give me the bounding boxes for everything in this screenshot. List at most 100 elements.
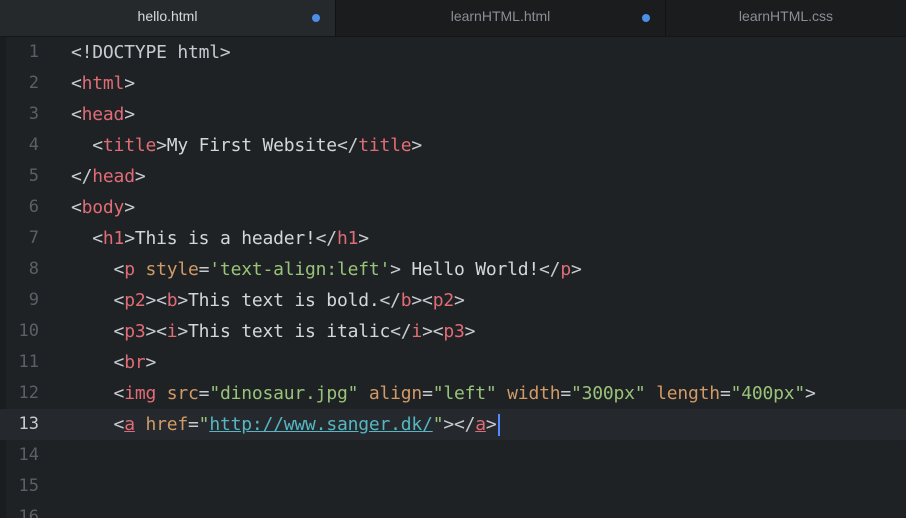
code-token: >< <box>422 321 444 342</box>
code-token: "left" <box>432 383 497 404</box>
code-token: style <box>145 259 199 280</box>
code-token: src <box>166 383 199 404</box>
code-token: p3 <box>443 321 465 342</box>
code-line[interactable]: 2 <html> <box>0 68 906 99</box>
code-token: ></ <box>443 414 476 435</box>
code-line[interactable]: 10 <p3><i>This text is italic</i><p3> <box>0 316 906 347</box>
code-line[interactable]: 11 <br> <box>0 347 906 378</box>
line-number: 14 <box>18 445 39 465</box>
code-text[interactable]: <img src="dinosaur.jpg" align="left" wid… <box>71 378 816 409</box>
tab-label: learnHTML.css <box>738 8 834 24</box>
code-line[interactable]: 12 <img src="dinosaur.jpg" align="left" … <box>0 378 906 409</box>
code-token: p3 <box>124 321 146 342</box>
line-number: 9 <box>28 290 39 310</box>
code-token: > <box>177 290 189 311</box>
code-text[interactable]: <p3><i>This text is italic</i><p3> <box>71 316 476 347</box>
code-token: b <box>400 290 412 311</box>
code-token: b <box>166 290 178 311</box>
code-token: > <box>156 135 167 156</box>
line-number: 10 <box>18 321 39 341</box>
line-number: 4 <box>28 135 39 155</box>
line-number: 2 <box>28 73 39 93</box>
code-line[interactable]: 7 <h1>This is a header!</h1> <box>0 223 906 254</box>
code-line[interactable]: 5 </head> <box>0 161 906 192</box>
code-line[interactable]: 8 <p style='text-align:left'> Hello Worl… <box>0 254 906 285</box>
tab-learnhtml-css[interactable]: learnHTML.css <box>666 0 906 36</box>
code-token: <!DOCTYPE html> <box>71 42 231 63</box>
line-number: 16 <box>18 507 39 518</box>
modified-indicator-icon[interactable] <box>642 14 650 22</box>
code-text[interactable]: <a href="http://www.sanger.dk/"></a> <box>71 409 500 440</box>
code-line[interactable]: 3 <head> <box>0 99 906 130</box>
code-token: This is a header! <box>134 228 316 249</box>
code-line[interactable]: 1 <!DOCTYPE html> <box>0 37 906 68</box>
code-token: < <box>71 228 103 249</box>
code-token: </ <box>315 228 337 249</box>
modified-indicator-icon[interactable] <box>312 14 320 22</box>
code-token: a <box>124 414 135 435</box>
code-token: > <box>145 352 157 373</box>
tab-hello-html[interactable]: hello.html <box>0 0 336 36</box>
code-token: > <box>805 383 816 404</box>
code-token: < <box>71 383 125 404</box>
line-number: 12 <box>18 383 39 403</box>
line-number: 13 <box>18 414 39 434</box>
line-number: 1 <box>28 42 39 62</box>
code-token: > <box>390 259 401 280</box>
code-token: " <box>432 414 444 435</box>
code-token: > <box>177 321 189 342</box>
code-token: </ <box>336 135 359 156</box>
code-text[interactable]: <html> <box>71 68 135 99</box>
code-token: </ <box>390 321 412 342</box>
code-token: > <box>358 228 369 249</box>
tab-label: learnHTML.html <box>450 8 551 24</box>
code-token: > <box>124 228 135 249</box>
tab-learnhtml-html[interactable]: learnHTML.html <box>336 0 666 36</box>
code-text[interactable]: <!DOCTYPE html> <box>71 37 231 68</box>
code-text[interactable]: <body> <box>71 192 135 223</box>
code-token: > <box>134 166 146 187</box>
code-line[interactable]: 14 <box>0 440 906 471</box>
code-token: > <box>485 414 497 435</box>
line-number: 7 <box>28 228 39 248</box>
code-token: > <box>570 259 582 280</box>
code-token: 'text-align:left' <box>209 259 391 280</box>
code-token: "400px" <box>730 383 806 404</box>
code-text[interactable]: <br> <box>71 347 157 378</box>
code-token: h1 <box>102 228 125 249</box>
code-text[interactable]: <head> <box>71 99 135 130</box>
code-token: > <box>124 73 135 94</box>
code-line[interactable]: 9 <p2><b>This text is bold.</b><p2> <box>0 285 906 316</box>
code-token: < <box>71 414 125 435</box>
line-number: 15 <box>18 476 39 496</box>
code-line[interactable]: 13 <a href="http://www.sanger.dk/"></a> <box>0 409 906 440</box>
line-number: 8 <box>28 259 39 279</box>
code-token: a <box>475 414 486 435</box>
code-token: > <box>464 321 476 342</box>
code-token: p <box>560 259 571 280</box>
code-token: </ <box>71 166 93 187</box>
code-token: length <box>656 383 720 404</box>
code-line[interactable]: 4 <title>My First Website</title> <box>0 130 906 161</box>
code-text[interactable]: <p2><b>This text is bold.</b><p2> <box>71 285 465 316</box>
code-token: < <box>71 197 82 218</box>
code-token: i <box>166 321 178 342</box>
code-token: > <box>124 197 135 218</box>
code-token: < <box>71 352 125 373</box>
code-token: = <box>188 414 199 435</box>
code-line[interactable]: 15 <box>0 471 906 502</box>
code-token: h1 <box>336 228 359 249</box>
code-line[interactable]: 16 <box>0 502 906 518</box>
code-text[interactable]: <h1>This is a header!</h1> <box>71 223 369 254</box>
code-text[interactable]: <p style='text-align:left'> Hello World!… <box>71 254 582 285</box>
code-token: < <box>71 104 82 125</box>
code-line[interactable]: 6 <body> <box>0 192 906 223</box>
code-token: < <box>71 321 125 342</box>
line-number: 5 <box>28 166 39 186</box>
code-text[interactable]: <title>My First Website</title> <box>71 130 422 161</box>
code-token: p <box>124 259 135 280</box>
code-text[interactable]: </head> <box>71 161 146 192</box>
code-token: p2 <box>124 290 146 311</box>
